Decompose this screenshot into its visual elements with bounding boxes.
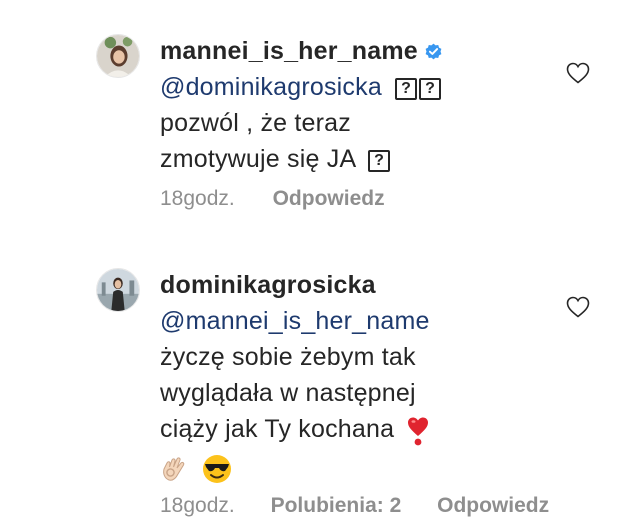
- comment-text: ciąży jak Ty kochana: [160, 415, 395, 444]
- comment-text-line-2: zmotywuje się JA ?: [160, 143, 560, 175]
- comment-header: dominikagrosicka: [160, 268, 560, 301]
- timestamp: 18godz.: [160, 494, 235, 517]
- heart-exclamation-emoji: [408, 417, 429, 446]
- comment-meta: 18godz. Odpowiedz: [160, 187, 385, 211]
- avatar-photo: [97, 269, 139, 311]
- likes-count-button[interactable]: Polubienia: 2: [271, 494, 402, 517]
- mention-link[interactable]: @mannei_is_her_name: [160, 307, 430, 335]
- verified-badge-icon: [425, 43, 442, 60]
- avatar[interactable]: [96, 34, 140, 78]
- reply-button[interactable]: Odpowiedz: [273, 187, 385, 210]
- comment-body: @mannei_is_her_name: [160, 305, 560, 337]
- mention-link[interactable]: @dominikagrosicka: [160, 73, 382, 101]
- avatar[interactable]: [96, 268, 140, 312]
- username[interactable]: mannei_is_her_name: [160, 35, 418, 67]
- comment-meta: 18godz. Polubienia: 2 Odpowiedz: [160, 494, 549, 518]
- missing-glyph-box: ?: [419, 77, 442, 100]
- timestamp: 18godz.: [160, 187, 235, 210]
- comment-text-line: pozwól , że teraz: [160, 109, 351, 138]
- comment-text: zmotywuje się JA: [160, 145, 355, 174]
- reply-button[interactable]: Odpowiedz: [437, 494, 549, 517]
- comment-body: @dominikagrosicka ??: [160, 71, 560, 103]
- emoji-line: [160, 452, 560, 485]
- missing-glyph-box: ?: [368, 149, 391, 172]
- comment-text-line: życzę sobie żebym tak: [160, 343, 416, 372]
- username[interactable]: dominikagrosicka: [160, 269, 376, 301]
- comment-text-line: wyglądała w następnej: [160, 379, 416, 408]
- heart-icon[interactable]: [566, 62, 590, 84]
- comment-header: mannei_is_her_name: [160, 34, 560, 67]
- sunglasses-emoji: [203, 455, 232, 484]
- ok-hand-emoji: [163, 457, 185, 481]
- missing-glyph-box: ?: [395, 77, 418, 100]
- comment-text-line-3: ciąży jak Ty kochana: [160, 413, 560, 446]
- avatar-photo: [97, 35, 139, 77]
- heart-icon[interactable]: [566, 296, 590, 318]
